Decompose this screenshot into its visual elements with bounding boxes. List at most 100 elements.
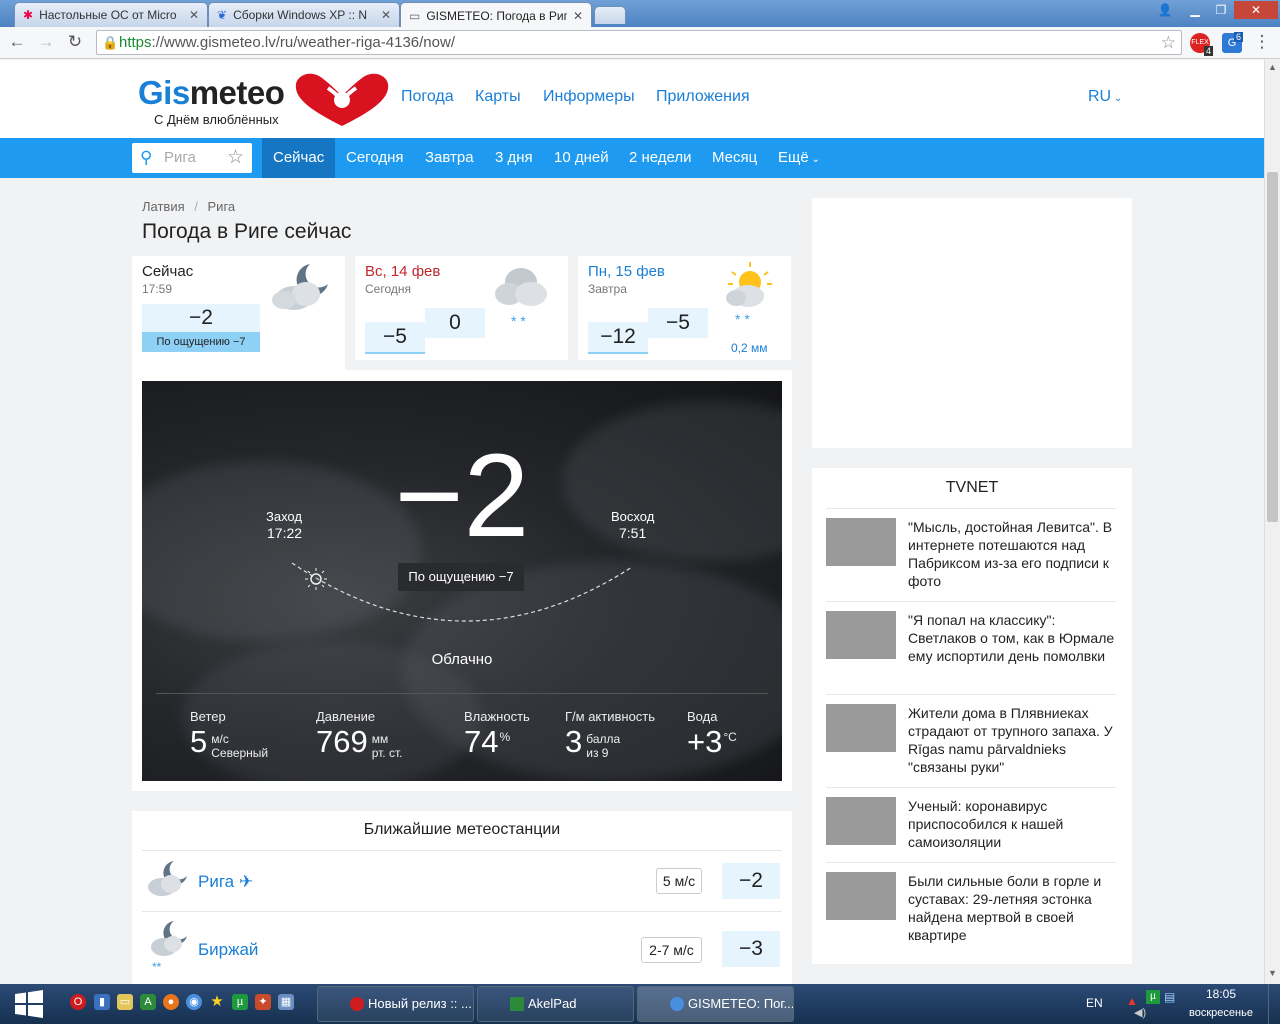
tomorrow-high: −5 — [648, 308, 708, 338]
tab-month[interactable]: Месяц — [701, 138, 768, 178]
clock-time[interactable]: 18:05 — [1186, 987, 1256, 1001]
tray-volume-icon[interactable]: ◀) — [1134, 1006, 1146, 1019]
stat-humidity: Влажность 74% — [464, 709, 530, 759]
forward-arrow-icon[interactable]: → — [34, 30, 58, 54]
app-icon[interactable]: ▦ — [278, 994, 294, 1010]
url-scheme: https — [119, 34, 152, 51]
nav-pogoda[interactable]: Погода — [401, 88, 454, 106]
station-temp: −3 — [722, 931, 780, 967]
now-card[interactable]: Сейчас 17:59 −2 По ощущению −7 — [132, 256, 345, 370]
browser-tab-1[interactable]: ✱ Настольные ОС от Micro ✕ — [14, 2, 208, 27]
app-icon[interactable]: ▮ — [94, 994, 110, 1010]
scroll-down-arrow-icon[interactable]: ▼ — [1266, 968, 1279, 978]
scrollbar-thumb[interactable] — [1267, 172, 1278, 522]
hero-divider — [156, 693, 768, 694]
breadcrumb-riga[interactable]: Рига — [208, 199, 236, 214]
hero-condition: Облачно — [431, 651, 493, 668]
sun-path-arc — [291, 562, 633, 622]
news-thumbnail[interactable] — [826, 704, 896, 752]
app-icon[interactable]: ✦ — [255, 994, 271, 1010]
tab-today[interactable]: Сегодня — [335, 138, 415, 178]
ad-placeholder — [812, 198, 1132, 448]
tab-title: Настольные ОС от Micro — [39, 8, 177, 22]
today-card[interactable]: Вс, 14 фев Сегодня * * 0 −5 — [355, 256, 568, 360]
today-date: Вс, 14 фев — [365, 263, 441, 280]
browser-tab-2[interactable]: ❦ Сборки Windows XP :: N ✕ — [208, 2, 400, 27]
close-tab-icon[interactable]: ✕ — [573, 9, 583, 23]
nav-prilozheniya[interactable]: Приложения — [656, 88, 750, 106]
tab-now[interactable]: Сейчас — [262, 138, 336, 178]
utorrent-icon[interactable]: µ — [232, 994, 248, 1010]
close-window-icon[interactable]: ✕ — [1234, 1, 1278, 19]
bookmark-star-icon[interactable]: ☆ — [1161, 31, 1176, 54]
station-birzhai[interactable]: Биржай — [198, 940, 258, 960]
news-thumbnail[interactable] — [826, 518, 896, 566]
station-riga[interactable]: Рига ✈ — [198, 872, 253, 892]
tomorrow-label: Завтра — [588, 282, 627, 296]
extension-badge: 6 — [1234, 32, 1244, 42]
akelpad-icon[interactable]: A — [140, 994, 156, 1010]
address-bar[interactable]: 🔒 https://www.gismeteo.lv/ru/weather-rig… — [96, 30, 1182, 55]
news-source[interactable]: TVNET — [812, 479, 1132, 497]
taskbar-btn-opera[interactable]: Новый релиз :: ... — [317, 986, 474, 1022]
star-icon[interactable]: ★ — [209, 994, 225, 1010]
url-path: ://www.gismeteo.lv/ru/weather-riga-4136/… — [151, 34, 455, 51]
clock-day[interactable]: воскресенье — [1180, 1007, 1262, 1019]
news-thumbnail[interactable] — [826, 611, 896, 659]
opera-icon[interactable]: O — [70, 994, 86, 1010]
reload-icon[interactable]: ↻ — [63, 30, 87, 54]
new-tab-button[interactable] — [594, 6, 626, 24]
folder-icon[interactable]: ▭ — [117, 994, 133, 1010]
browser-tab-3[interactable]: ▭ GISMETEO: Погода в Риге ✕ — [400, 2, 592, 28]
taskbar-btn-akelpad[interactable]: AkelPad — [477, 986, 634, 1022]
back-arrow-icon[interactable]: ← — [5, 30, 29, 54]
stat-pressure: Давление 769 мм рт. ст. — [316, 709, 403, 760]
heart-gloves-icon — [295, 73, 389, 126]
lock-icon: 🔒 — [102, 35, 119, 50]
tab-10-days[interactable]: 10 дней — [543, 138, 620, 178]
tray-icons[interactable]: ▲ µ ▤ ◀) — [1124, 990, 1184, 1020]
akelpad-icon — [510, 997, 524, 1011]
breadcrumb-latvia[interactable]: Латвия — [142, 199, 185, 214]
close-tab-icon[interactable]: ✕ — [189, 8, 199, 22]
news-thumbnail[interactable] — [826, 797, 896, 845]
sunset-label: Заход — [266, 509, 302, 524]
airplane-icon: ✈ — [238, 872, 254, 891]
language-selector[interactable]: RU ⌄ — [1088, 88, 1122, 106]
tab-3-days[interactable]: 3 дня — [484, 138, 544, 178]
show-desktop-button[interactable] — [1268, 984, 1280, 1024]
gismeteo-logo[interactable]: Gismeteo — [138, 74, 285, 112]
tab-more[interactable]: Ещё ⌄ — [767, 138, 831, 178]
page-scrollbar[interactable]: ▲ ▼ — [1264, 60, 1280, 984]
taskbar-btn-chrome[interactable]: GISMETEO: Пог... — [637, 986, 794, 1022]
station-wind: 2-7 м/с — [641, 937, 702, 963]
firefox-icon[interactable]: ● — [163, 994, 179, 1010]
close-tab-icon[interactable]: ✕ — [381, 8, 391, 22]
favorite-star-icon[interactable]: ☆ — [227, 143, 244, 173]
scroll-up-arrow-icon[interactable]: ▲ — [1266, 62, 1279, 72]
tomorrow-low: −12 — [588, 322, 648, 354]
city-search-input[interactable]: ⚲ Рига ☆ — [132, 143, 252, 173]
today-low: −5 — [365, 322, 425, 354]
nav-karty[interactable]: Карты — [475, 88, 521, 106]
nav-informery[interactable]: Информеры — [543, 88, 635, 106]
tray-network-icon[interactable]: ▤ — [1164, 990, 1175, 1004]
now-label: Сейчас — [142, 263, 194, 280]
input-language[interactable]: EN — [1086, 996, 1103, 1010]
now-feels-like: По ощущению −7 — [142, 332, 260, 352]
tray-utorrent-icon[interactable]: µ — [1146, 990, 1160, 1004]
tomorrow-card[interactable]: Пн, 15 фев Завтра * * −5 −12 0,2 мм — [578, 256, 791, 360]
tomorrow-precip: 0,2 мм — [731, 341, 768, 355]
news-thumbnail[interactable] — [826, 872, 896, 920]
restore-icon[interactable]: ❐ — [1208, 1, 1234, 19]
minimize-icon[interactable]: ▁ — [1182, 1, 1208, 19]
chevron-down-icon: ⌄ — [1111, 93, 1123, 104]
user-profile-icon[interactable]: 👤 — [1152, 1, 1178, 19]
chrome-icon[interactable]: ◉ — [186, 994, 202, 1010]
now-time: 17:59 — [142, 282, 173, 296]
menu-icon[interactable]: ⋮ — [1250, 30, 1274, 54]
tab-tomorrow[interactable]: Завтра — [414, 138, 485, 178]
tab-2-weeks[interactable]: 2 недели — [618, 138, 703, 178]
today-label: Сегодня — [365, 282, 411, 296]
windows-start-icon[interactable] — [14, 990, 44, 1018]
